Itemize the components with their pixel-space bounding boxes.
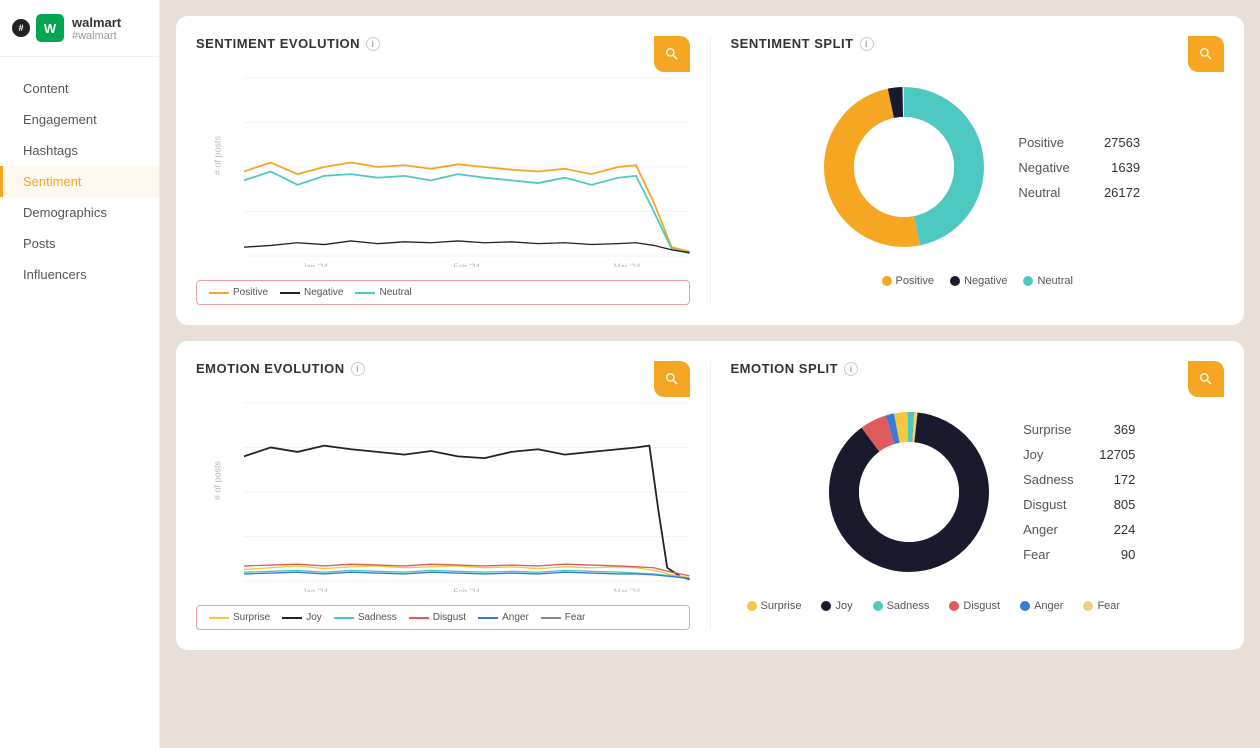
legend-joy: Joy [282, 612, 322, 623]
legend-surprise: Surprise [209, 612, 270, 623]
sidebar-item-posts[interactable]: Posts [0, 228, 159, 259]
sidebar-nav: Content Engagement Hashtags Sentiment De… [0, 57, 159, 748]
sidebar: # W walmart #walmart Content Engagement … [0, 0, 160, 748]
brand-avatar: W [36, 14, 64, 42]
stat-anger: Anger 224 [1023, 517, 1135, 542]
donut-legend-anger: Anger [1020, 600, 1063, 612]
sidebar-item-engagement[interactable]: Engagement [0, 104, 159, 135]
emotion-split-stats: Surprise 369 Joy 12705 Sadness 172 Disgu… [1023, 407, 1135, 577]
sentiment-split-info[interactable]: i [860, 37, 874, 51]
stat-negative: Negative 1639 [1018, 155, 1140, 180]
emotion-evolution-info[interactable]: i [351, 362, 365, 376]
brand-handle: #walmart [72, 30, 121, 42]
stat-neutral: Neutral 26172 [1018, 180, 1140, 205]
sidebar-item-influencers[interactable]: Influencers [0, 259, 159, 290]
stat-disgust: Disgust 805 [1023, 492, 1135, 517]
donut-legend-sadness: Sadness [873, 600, 930, 612]
sidebar-item-demographics[interactable]: Demographics [0, 197, 159, 228]
emotion-row: EMOTION EVOLUTION i # of posts 2000 1500… [176, 341, 1244, 650]
emotion-evolution-panel: EMOTION EVOLUTION i # of posts 2000 1500… [196, 361, 690, 630]
emotion-evolution-title: EMOTION EVOLUTION i [196, 361, 690, 376]
svg-text:Jan '24: Jan '24 [303, 587, 329, 592]
legend-sadness: Sadness [334, 612, 397, 623]
legend-positive: Positive [209, 287, 268, 298]
stat-surprise: Surprise 369 [1023, 417, 1135, 442]
sentiment-split-stats: Positive 27563 Negative 1639 Neutral 261… [1018, 120, 1140, 215]
sentiment-split-title: SENTIMENT SPLIT i [731, 36, 1225, 51]
sidebar-item-sentiment[interactable]: Sentiment [0, 166, 159, 197]
legend-neutral: Neutral [355, 287, 411, 298]
sentiment-evolution-chart: 4k 3k 2k 1k 0 Jan '24 Feb '24 Mar '24 [244, 67, 690, 267]
donut-legend-neutral: Neutral [1023, 275, 1072, 287]
svg-text:Mar '24: Mar '24 [614, 262, 641, 267]
legend-negative: Negative [280, 287, 343, 298]
main-content: SENTIMENT EVOLUTION i # of posts 4k 3k 2… [160, 0, 1260, 748]
sidebar-item-content[interactable]: Content [0, 73, 159, 104]
sentiment-evolution-info[interactable]: i [366, 37, 380, 51]
svg-text:Jan '24: Jan '24 [303, 262, 329, 267]
sentiment-row: SENTIMENT EVOLUTION i # of posts 4k 3k 2… [176, 16, 1244, 325]
legend-fear: Fear [541, 612, 586, 623]
svg-text:Mar '24: Mar '24 [614, 587, 641, 592]
donut-legend-joy: Joy [821, 600, 852, 612]
svg-text:Feb '24: Feb '24 [454, 587, 481, 592]
donut-legend-surprise: Surprise [747, 600, 802, 612]
emotion-split-panel: EMOTION SPLIT i [731, 361, 1225, 630]
donut-legend-negative: Negative [950, 275, 1007, 287]
sentiment-evolution-legend: Positive Negative Neutral [196, 280, 690, 305]
stat-positive: Positive 27563 [1018, 130, 1140, 155]
svg-text:Feb '24: Feb '24 [454, 262, 481, 267]
hashtag-badge: # [12, 19, 30, 37]
sentiment-split-zoom[interactable] [1188, 36, 1224, 72]
sentiment-evolution-panel: SENTIMENT EVOLUTION i # of posts 4k 3k 2… [196, 36, 690, 305]
donut-legend-disgust: Disgust [949, 600, 1000, 612]
emotion-evolution-legend: Surprise Joy Sadness Disgust Anger [196, 605, 690, 630]
legend-disgust: Disgust [409, 612, 466, 623]
sentiment-donut-legend: Positive Negative Neutral [731, 275, 1225, 287]
sidebar-item-hashtags[interactable]: Hashtags [0, 135, 159, 166]
emotion-split-info[interactable]: i [844, 362, 858, 376]
donut-legend-fear: Fear [1083, 600, 1120, 612]
stat-joy: Joy 12705 [1023, 442, 1135, 467]
sidebar-header: # W walmart #walmart [0, 0, 159, 57]
emotion-evolution-chart: 2000 1500 1000 500 0 Jan '24 Feb '24 Mar… [244, 392, 690, 592]
emotion-split-title: EMOTION SPLIT i [731, 361, 1225, 376]
emotion-donut-chart [819, 402, 999, 582]
sentiment-evolution-y-label: # of posts [213, 135, 223, 174]
sentiment-donut-chart [814, 77, 994, 257]
emotion-donut-legend: Surprise Joy Sadness Disgust Anger [731, 600, 1225, 612]
sentiment-evolution-title: SENTIMENT EVOLUTION i [196, 36, 690, 51]
emotion-evolution-y-label: # of posts [213, 460, 223, 499]
emotion-split-zoom[interactable] [1188, 361, 1224, 397]
legend-anger: Anger [478, 612, 529, 623]
stat-fear: Fear 90 [1023, 542, 1135, 567]
stat-sadness: Sadness 172 [1023, 467, 1135, 492]
donut-legend-positive: Positive [882, 275, 935, 287]
brand-name: walmart [72, 15, 121, 30]
sentiment-split-panel: SENTIMENT SPLIT i Posi [731, 36, 1225, 305]
